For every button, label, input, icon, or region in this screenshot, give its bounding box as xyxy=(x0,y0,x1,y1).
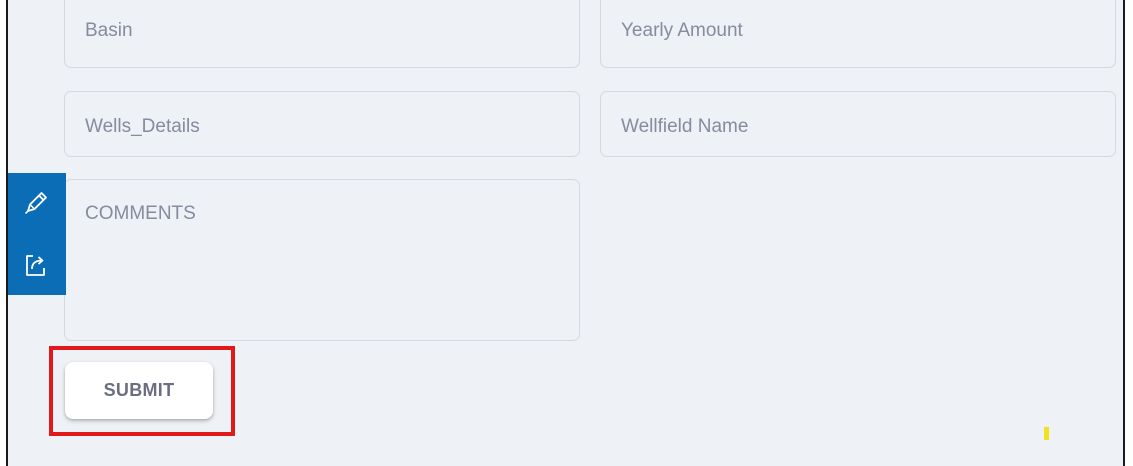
share-icon xyxy=(26,255,45,276)
yearly-amount-placeholder: Yearly Amount xyxy=(621,20,743,41)
submit-button[interactable]: SUBMIT xyxy=(65,362,213,419)
wells-details-placeholder: Wells_Details xyxy=(85,116,200,137)
share-button[interactable] xyxy=(22,251,48,279)
side-toolbar xyxy=(8,173,66,295)
wellfield-name-placeholder: Wellfield Name xyxy=(621,116,749,137)
pencil-icon xyxy=(25,192,47,214)
comments-textarea[interactable]: COMMENTS xyxy=(64,179,580,341)
form-panel: Basin Yearly Amount Wells_Details Wellfi… xyxy=(6,0,1125,466)
basin-field[interactable]: Basin xyxy=(64,0,580,68)
yellow-marker xyxy=(1044,427,1049,440)
wellfield-name-field[interactable]: Wellfield Name xyxy=(600,91,1116,157)
yearly-amount-field[interactable]: Yearly Amount xyxy=(600,0,1116,68)
basin-placeholder: Basin xyxy=(85,20,133,41)
wells-details-field[interactable]: Wells_Details xyxy=(64,91,580,157)
comments-placeholder: COMMENTS xyxy=(85,203,196,224)
edit-button[interactable] xyxy=(22,189,48,217)
